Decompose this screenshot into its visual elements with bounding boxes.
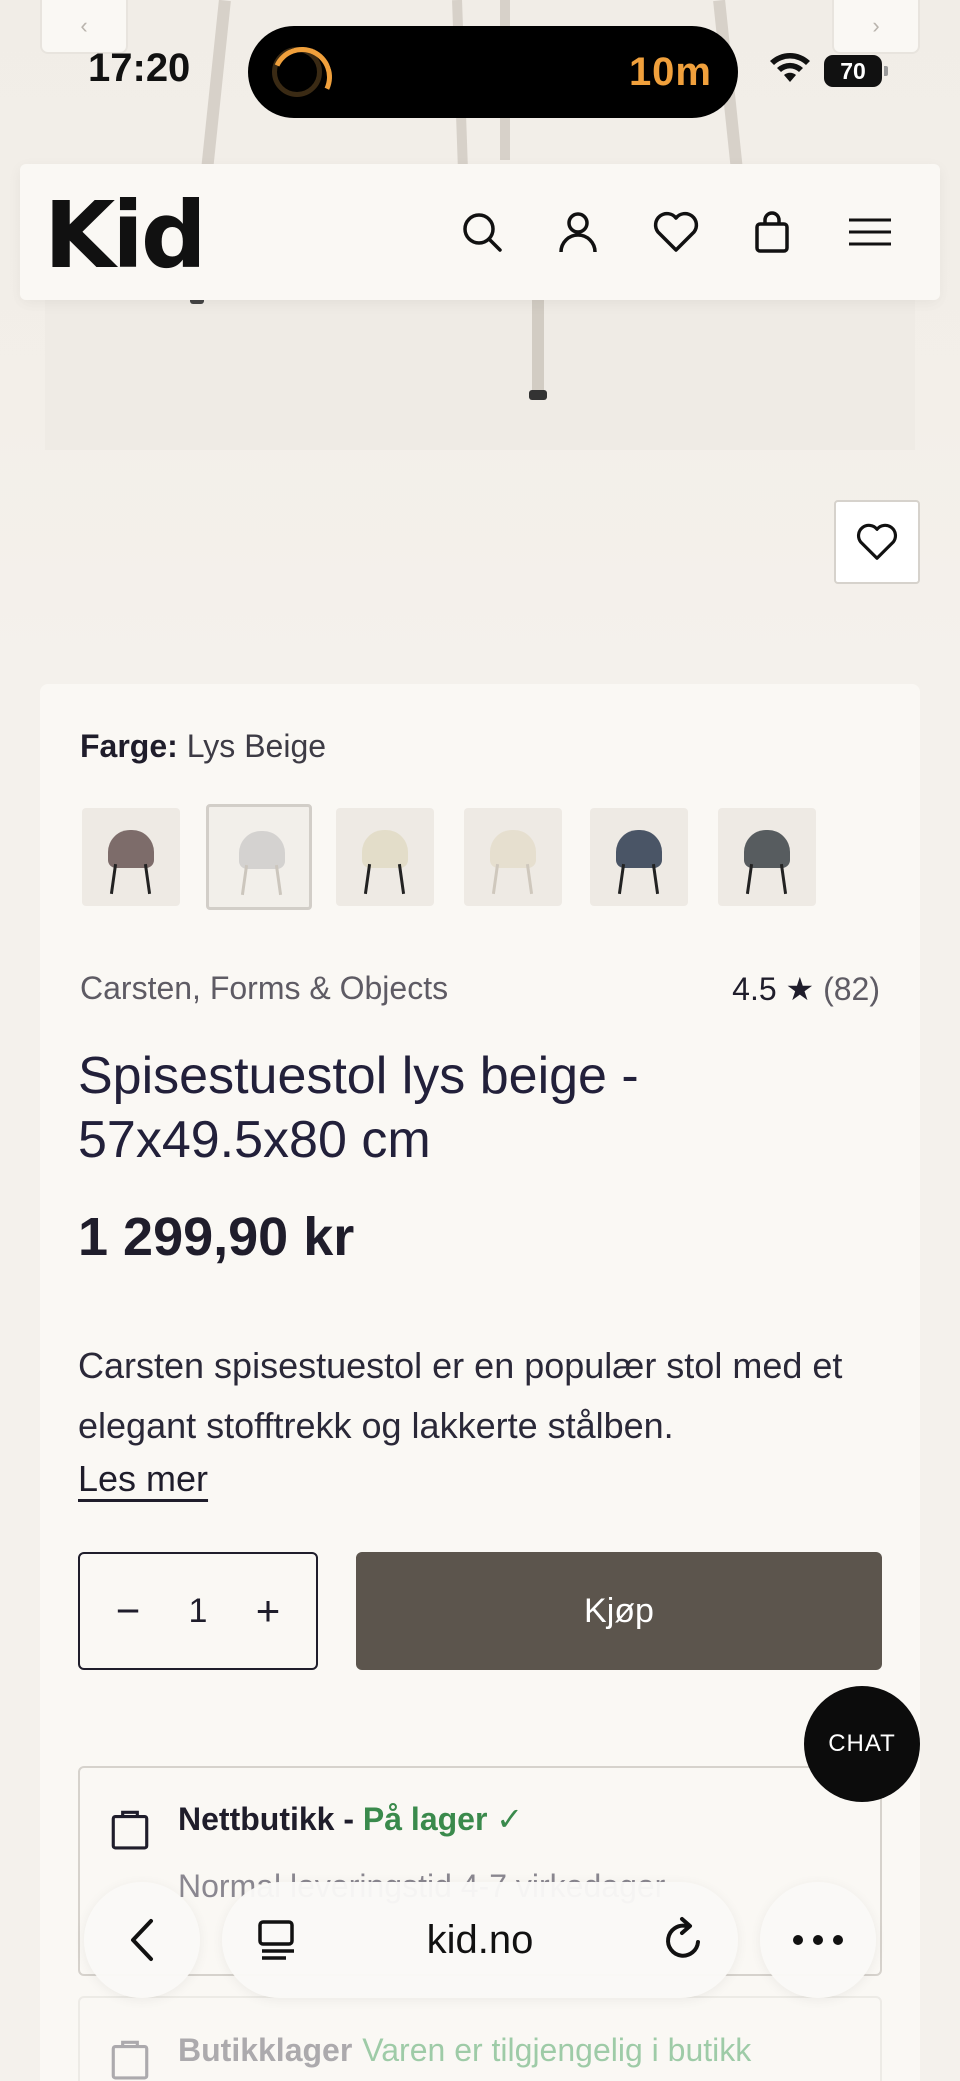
- color-swatch-cream[interactable]: [336, 808, 434, 906]
- color-swatch-light-grey[interactable]: [206, 804, 312, 910]
- color-swatch-beige[interactable]: [464, 808, 562, 906]
- color-swatch-rose[interactable]: [82, 808, 180, 906]
- chair-leg: [201, 0, 231, 171]
- chevron-left-icon: [131, 1919, 153, 1961]
- account-button[interactable]: [550, 204, 606, 260]
- site-header: Kid: [20, 164, 940, 300]
- reload-icon[interactable]: [662, 1916, 706, 1962]
- rating-value: 4.5 ★: [732, 971, 815, 1007]
- product-image-floor: [45, 300, 915, 450]
- menu-button[interactable]: [842, 204, 898, 260]
- product-price: 1 299,90 kr: [78, 1207, 355, 1267]
- quantity-stepper: − 1 +: [78, 1552, 318, 1670]
- bag-icon: [111, 1810, 149, 1850]
- search-button[interactable]: [454, 204, 510, 260]
- status-time: 17:20: [88, 46, 191, 90]
- search-icon: [463, 213, 502, 252]
- timer-icon: [272, 47, 322, 97]
- add-to-wishlist-button[interactable]: [834, 500, 920, 584]
- increase-quantity-button[interactable]: +: [248, 1587, 288, 1635]
- color-swatch-dark-grey[interactable]: [718, 808, 816, 906]
- chair-foot: [529, 390, 547, 400]
- buy-button[interactable]: Kjøp: [356, 1552, 882, 1670]
- quantity-value[interactable]: 1: [189, 1592, 208, 1631]
- bag-icon: [755, 211, 789, 253]
- online-stock-title: Nettbutikk - På lager ✓: [178, 1800, 523, 1838]
- color-value: Lys Beige: [186, 728, 327, 764]
- color-swatch-blue-grey[interactable]: [590, 808, 688, 906]
- product-rating[interactable]: 4.5 ★ (82): [732, 970, 880, 1008]
- online-store-label: Nettbutikk -: [178, 1801, 363, 1837]
- product-description: Carsten spisestuestol er en populær stol…: [78, 1345, 843, 1446]
- in-stock-status: På lager ✓: [362, 1801, 524, 1837]
- more-icon: [793, 1935, 843, 1945]
- decrease-quantity-button[interactable]: −: [108, 1587, 148, 1635]
- store-stock-label: Butikklager: [178, 2032, 353, 2068]
- timer-text: 10m: [628, 49, 712, 94]
- browser-more-button[interactable]: [760, 1882, 876, 1998]
- hamburger-icon: [849, 218, 891, 246]
- heart-icon: [856, 523, 898, 560]
- bag-icon: [111, 2040, 149, 2080]
- carousel-next-button[interactable]: ›: [832, 0, 920, 54]
- chevron-left-icon: ‹: [80, 13, 88, 38]
- store-stock-title: Butikklager Varen er tilgjengelig i butik…: [178, 2032, 751, 2069]
- product-brand[interactable]: Carsten, Forms & Objects: [80, 970, 448, 1007]
- wishlist-button[interactable]: [648, 204, 704, 260]
- chair-leg: [532, 290, 544, 400]
- chevron-right-icon: ›: [872, 13, 880, 38]
- color-selector-label: Farge: Lys Beige: [80, 728, 326, 765]
- cart-button[interactable]: [744, 204, 800, 260]
- dynamic-island: 10m: [248, 26, 738, 118]
- chat-button[interactable]: CHAT: [804, 1686, 920, 1802]
- address-bar[interactable]: kid.no: [222, 1882, 738, 1998]
- user-icon: [559, 212, 597, 253]
- read-more-link[interactable]: Les mer: [78, 1458, 208, 1500]
- browser-back-button[interactable]: [84, 1882, 200, 1998]
- wifi-icon: [770, 53, 810, 82]
- store-availability-status: Varen er tilgjengelig i butikk: [362, 2032, 752, 2068]
- battery-indicator: 70: [824, 55, 888, 87]
- product-info-card: Farge: Lys Beige Carsten, Forms & Object…: [40, 684, 920, 2081]
- color-label: Farge:: [80, 728, 178, 764]
- site-logo[interactable]: Kid: [44, 182, 207, 289]
- rating-count: (82): [823, 971, 880, 1007]
- product-title: Spisestuestol lys beige - 57x49.5x80 cm: [78, 1047, 639, 1169]
- store-stock-panel[interactable]: Butikklager Varen er tilgjengelig i butik…: [78, 1996, 882, 2081]
- heart-icon: [653, 211, 699, 252]
- url-text[interactable]: kid.no: [222, 1918, 738, 1963]
